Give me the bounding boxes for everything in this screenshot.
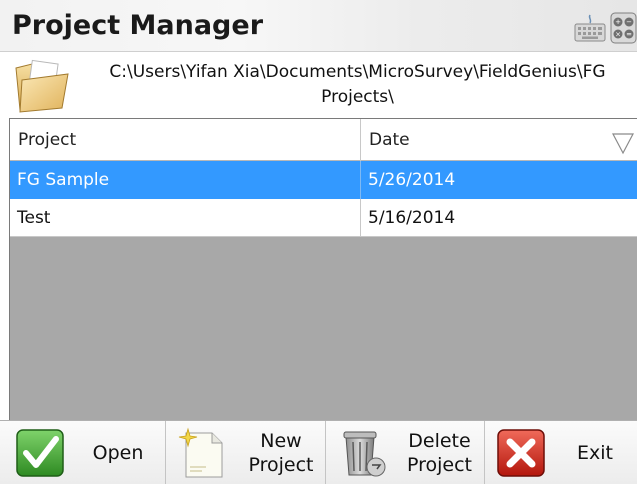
open-button[interactable]: Open (0, 421, 166, 484)
trash-can-icon (343, 431, 386, 477)
project-name-cell[interactable]: Test (10, 199, 361, 237)
new-project-button[interactable]: New Project (166, 421, 326, 484)
app-title: Project Manager (12, 10, 264, 41)
table-row[interactable]: FG Sample 5/26/2014 (10, 161, 637, 199)
project-date-cell[interactable]: 5/16/2014 (361, 199, 637, 237)
new-document-icon (178, 427, 223, 478)
folder-icon[interactable] (12, 58, 72, 114)
delete-project-button[interactable]: Delete Project (326, 421, 485, 484)
svg-text:+: + (615, 18, 621, 26)
new-project-label: New Project (248, 430, 314, 476)
svg-text:×: × (615, 31, 621, 39)
sort-descending-icon[interactable] (611, 131, 635, 155)
table-row[interactable]: Test 5/16/2014 (10, 199, 637, 237)
close-icon (497, 429, 545, 477)
bottom-toolbar: Open New Project Delete Project Exit (0, 420, 637, 484)
path-bar: C:\Users\Yifan Xia\Documents\MicroSurvey… (0, 52, 637, 118)
open-label: Open (92, 442, 144, 464)
delete-project-label: Delete Project (406, 430, 472, 476)
exit-button[interactable]: Exit (485, 421, 637, 484)
table-header: Project Date (10, 119, 637, 161)
calculator-icon[interactable]: + − × = (610, 12, 637, 44)
checkmark-icon (16, 429, 64, 477)
current-path: C:\Users\Yifan Xia\Documents\MicroSurvey… (109, 62, 612, 107)
svg-text:−: − (626, 18, 632, 26)
title-bar: Project Manager + − × = (0, 0, 637, 52)
project-date-cell[interactable]: 5/26/2014 (361, 161, 637, 199)
exit-label: Exit (577, 442, 613, 464)
project-name-cell[interactable]: FG Sample (10, 161, 361, 199)
svg-text:=: = (626, 31, 632, 39)
project-table: Project Date FG Sample 5/26/2014 Test 5/… (9, 118, 637, 420)
column-header-date[interactable]: Date (361, 119, 637, 161)
keyboard-icon[interactable] (573, 13, 607, 43)
column-header-project[interactable]: Project (10, 119, 361, 161)
